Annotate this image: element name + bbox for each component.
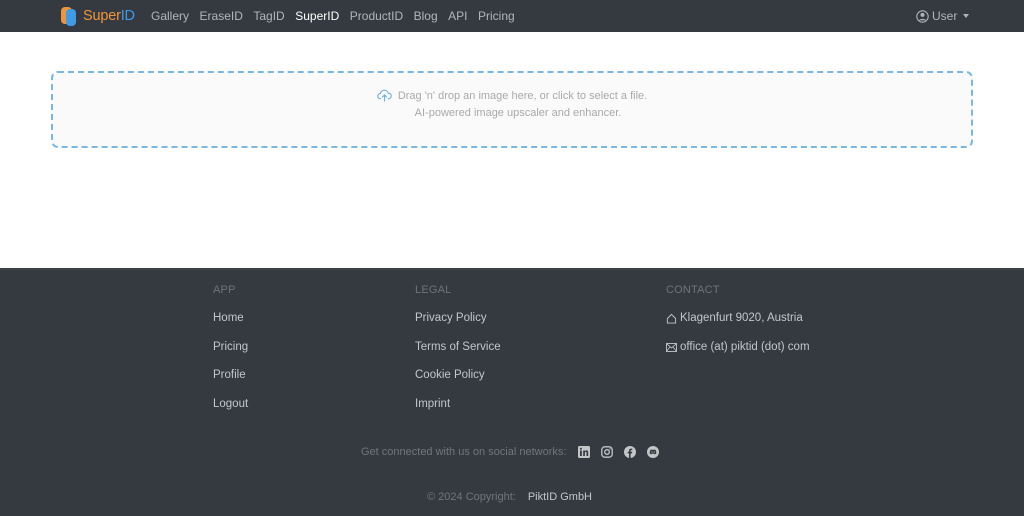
nav-link-blog[interactable]: Blog bbox=[414, 9, 438, 23]
contact-email-text: office (at) piktid (dot) com bbox=[680, 341, 810, 353]
dropzone-instructions: Drag 'n' drop an image here, or click to… bbox=[397, 89, 648, 102]
discord-icon[interactable] bbox=[646, 446, 659, 459]
footer-link-home[interactable]: Home bbox=[213, 312, 244, 324]
navbar: SuperID Gallery EraseID TagID SuperID Pr… bbox=[0, 0, 1024, 32]
footer: APP Home Pricing Profile Logout LEGAL Pr… bbox=[0, 268, 1024, 516]
linkedin-icon[interactable] bbox=[577, 446, 590, 459]
footer-link-terms-of-service[interactable]: Terms of Service bbox=[415, 341, 501, 353]
footer-link-cookie-policy[interactable]: Cookie Policy bbox=[415, 369, 485, 381]
nav-link-tagid[interactable]: TagID bbox=[253, 9, 284, 23]
caret-down-icon bbox=[963, 14, 970, 18]
facebook-icon[interactable] bbox=[623, 446, 636, 459]
nav-link-pricing[interactable]: Pricing bbox=[478, 9, 515, 23]
nav-link-productid[interactable]: ProductID bbox=[350, 9, 403, 23]
contact-email: office (at) piktid (dot) com bbox=[666, 341, 810, 353]
brand-name: SuperID bbox=[83, 8, 135, 24]
user-circle-icon bbox=[916, 9, 929, 23]
house-icon bbox=[666, 313, 677, 324]
social-links: Get connected with us on social networks… bbox=[361, 444, 669, 460]
instagram-icon[interactable] bbox=[600, 446, 613, 459]
nav-link-gallery[interactable]: Gallery bbox=[151, 9, 189, 23]
contact-address-text: Klagenfurt 9020, Austria bbox=[680, 312, 803, 324]
copyright-text: © 2024 Copyright: bbox=[427, 491, 516, 503]
brand-logo-link[interactable]: SuperID bbox=[61, 6, 135, 26]
user-menu-dropdown[interactable]: User bbox=[916, 0, 970, 32]
brand-name-part1: Super bbox=[83, 8, 121, 24]
dropzone-subtitle: AI-powered image upscaler and enhancer. bbox=[414, 107, 622, 119]
superid-logo-icon bbox=[61, 6, 77, 26]
nav-link-api[interactable]: API bbox=[448, 9, 467, 23]
footer-link-logout[interactable]: Logout bbox=[213, 398, 248, 410]
footer-contact-heading: CONTACT bbox=[666, 284, 720, 296]
image-dropzone[interactable]: Drag 'n' drop an image here, or click to… bbox=[51, 71, 973, 148]
footer-app-heading: APP bbox=[213, 284, 236, 296]
nav-links: Gallery EraseID TagID SuperID ProductID … bbox=[151, 0, 525, 32]
contact-address: Klagenfurt 9020, Austria bbox=[666, 312, 803, 324]
footer-legal-heading: LEGAL bbox=[415, 284, 452, 296]
company-link[interactable]: PiktID GmbH bbox=[528, 491, 592, 503]
nav-link-superid[interactable]: SuperID bbox=[295, 9, 339, 23]
brand-name-part2: ID bbox=[120, 8, 135, 24]
footer-link-profile[interactable]: Profile bbox=[213, 369, 246, 381]
footer-link-imprint[interactable]: Imprint bbox=[415, 398, 450, 410]
footer-link-pricing[interactable]: Pricing bbox=[213, 341, 248, 353]
user-menu-label: User bbox=[932, 9, 958, 23]
copyright: © 2024 Copyright: PiktID GmbH bbox=[427, 491, 592, 503]
envelope-icon bbox=[666, 342, 677, 352]
footer-link-privacy-policy[interactable]: Privacy Policy bbox=[415, 312, 487, 324]
nav-link-eraseid[interactable]: EraseID bbox=[200, 9, 243, 23]
social-text: Get connected with us on social networks… bbox=[361, 446, 567, 458]
cloud-upload-icon bbox=[377, 89, 392, 102]
